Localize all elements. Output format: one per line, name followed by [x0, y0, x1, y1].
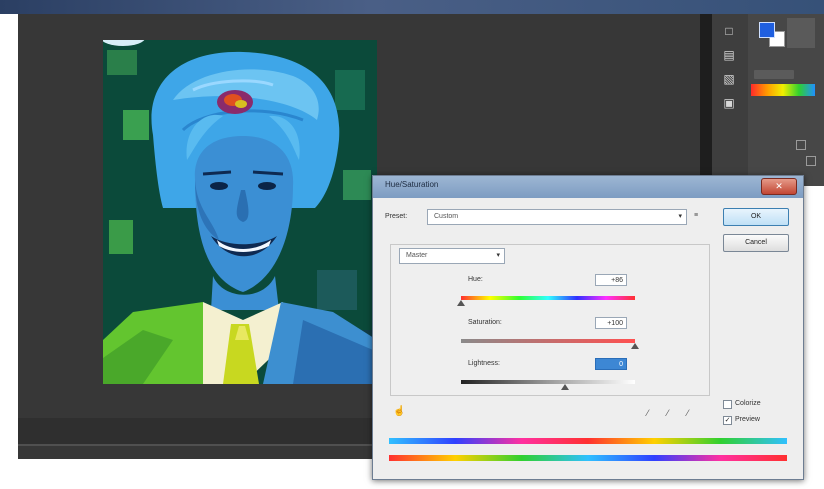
close-button[interactable]: ✕ [761, 178, 797, 195]
history-icon[interactable]: □ [721, 24, 737, 38]
preview-label: Preview [735, 416, 760, 423]
adjustments-icon[interactable]: ▧ [721, 72, 737, 86]
channel-select[interactable]: Master ▾ [399, 248, 505, 264]
saturation-slider[interactable] [461, 339, 635, 343]
gradient-preview [751, 84, 815, 96]
hue-slider-thumb[interactable] [457, 300, 465, 306]
colorize-label: Colorize [735, 400, 761, 407]
channel-value: Master [406, 252, 428, 259]
chevron-down-icon: ▾ [678, 213, 682, 220]
preset-label: Preset: [385, 213, 408, 220]
lightness-slider-thumb[interactable] [561, 384, 570, 390]
result-color-bar [389, 455, 787, 461]
eyedropper-icon[interactable]: ⁄ [647, 408, 649, 418]
lightness-slider[interactable] [461, 380, 635, 384]
lightness-label: Lightness: [468, 360, 500, 367]
swatch-area [787, 18, 815, 48]
top-band [0, 0, 824, 14]
hue-slider[interactable] [461, 296, 635, 300]
adjustment-group [390, 244, 710, 396]
preview-checkbox[interactable]: ✓ [723, 416, 732, 425]
layers-icon[interactable]: ▣ [721, 96, 737, 110]
hue-value-field[interactable]: +86 [595, 274, 627, 286]
dialog-titlebar[interactable]: Hue/Saturation ✕ [373, 176, 803, 198]
chevron-down-icon: ▾ [496, 252, 500, 259]
panel-button-icon[interactable] [796, 140, 806, 150]
dialog-title: Hue/Saturation [385, 180, 439, 189]
hue-saturation-dialog: Hue/Saturation ✕ Preset: Custom ▾ ≡ OK C… [372, 175, 804, 480]
colorize-checkbox[interactable] [723, 400, 732, 409]
saturation-label: Saturation: [468, 319, 502, 326]
panel-tab[interactable] [754, 70, 794, 79]
panel-gap [700, 14, 712, 186]
preset-select[interactable]: Custom ▾ [427, 209, 687, 225]
foreground-color-swatch[interactable] [759, 22, 775, 38]
hand-icon[interactable]: ☝ [393, 406, 405, 417]
hue-label: Hue: [468, 276, 483, 283]
cancel-button[interactable]: Cancel [723, 234, 789, 252]
photoshop-window: □ ▤ ▧ ▣ Hue/Saturation ✕ Preset: Custom … [0, 0, 824, 489]
preset-options-icon[interactable]: ≡ [694, 212, 698, 219]
preset-value: Custom [434, 213, 459, 220]
saturation-slider-thumb[interactable] [631, 343, 639, 349]
posterized-portrait-image [103, 40, 377, 384]
document-canvas[interactable] [103, 40, 377, 384]
close-icon: ✕ [775, 181, 783, 191]
actions-icon[interactable]: ▤ [721, 48, 737, 62]
eyedropper-minus-icon[interactable]: ⁄ [687, 408, 689, 418]
saturation-value-field[interactable]: +100 [595, 317, 627, 329]
source-color-bar [389, 438, 787, 444]
lightness-value-field[interactable]: 0 [595, 358, 627, 370]
ok-button[interactable]: OK [723, 208, 789, 226]
eyedropper-plus-icon[interactable]: ⁄ [667, 408, 669, 418]
panel-button-icon[interactable] [806, 156, 816, 166]
checkmark-icon: ✓ [724, 417, 731, 424]
